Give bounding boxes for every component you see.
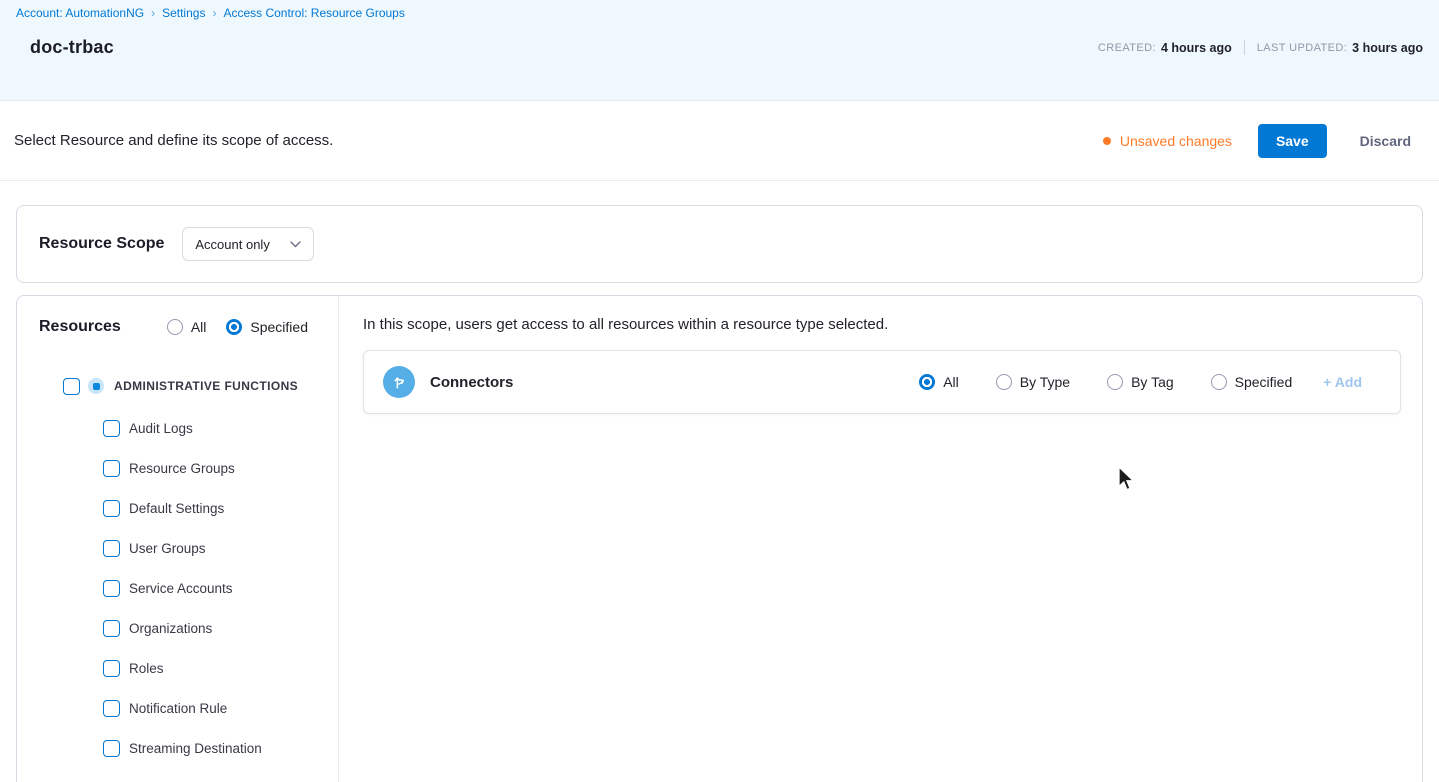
list-item[interactable]: Organizations <box>17 608 338 648</box>
resources-title: Resources <box>39 318 121 335</box>
last-updated-value: 3 hours ago <box>1352 40 1423 55</box>
resource-scope-card: Resource Scope Account only <box>16 205 1423 283</box>
save-button[interactable]: Save <box>1257 123 1327 158</box>
toolbar: Select Resource and define its scope of … <box>0 101 1439 181</box>
connectors-radio-by-type[interactable]: By Type <box>995 374 1071 390</box>
radio-selected-icon[interactable] <box>919 374 936 390</box>
list-item-label: User Groups <box>129 540 206 556</box>
breadcrumb-resource-groups-link[interactable]: Access Control: Resource Groups <box>223 6 404 20</box>
discard-button[interactable]: Discard <box>1360 133 1411 149</box>
resource-scope-title: Resource Scope <box>39 235 165 252</box>
connectors-radio-specified[interactable]: Specified <box>1210 374 1293 390</box>
tree-items: Audit Logs Resource Groups Default Setti… <box>17 408 338 768</box>
breadcrumb-settings-link[interactable]: Settings <box>162 6 205 20</box>
chevron-down-icon <box>274 240 302 248</box>
breadcrumb-separator: › <box>151 6 156 20</box>
checkbox[interactable] <box>103 739 120 757</box>
list-item-label: Resource Groups <box>129 460 235 476</box>
checkbox[interactable] <box>103 419 120 437</box>
list-item[interactable]: Default Settings <box>17 488 338 528</box>
connectors-radio-all[interactable]: All <box>919 374 959 390</box>
checkbox[interactable] <box>103 699 120 717</box>
resources-radio-all[interactable]: All <box>166 319 207 335</box>
list-item-label: Roles <box>129 660 164 676</box>
checkbox[interactable] <box>103 659 120 677</box>
radio-icon[interactable] <box>1210 374 1227 390</box>
radio-label: Specified <box>1234 374 1293 390</box>
checkbox[interactable] <box>103 619 120 637</box>
resource-scope-dropdown-value: Account only <box>195 236 270 252</box>
radio-selected-icon[interactable] <box>226 319 243 335</box>
connectors-label: Connectors <box>430 373 514 391</box>
unsaved-changes-dot-icon <box>1102 136 1111 145</box>
radio-label: By Tag <box>1131 374 1174 390</box>
radio-icon[interactable] <box>995 374 1012 390</box>
collapse-toggle-icon[interactable] <box>88 378 104 394</box>
tree-group-administrative-functions[interactable]: ADMINISTRATIVE FUNCTIONS <box>17 374 338 398</box>
checkbox[interactable] <box>103 459 120 477</box>
checkbox[interactable] <box>103 539 120 557</box>
last-updated-label: LAST UPDATED: <box>1256 41 1348 54</box>
toolbar-actions: Unsaved changes Save Discard <box>1102 123 1411 158</box>
created-value: 4 hours ago <box>1160 40 1232 55</box>
radio-label: All <box>943 374 959 390</box>
tree-group-label: ADMINISTRATIVE FUNCTIONS <box>114 379 299 393</box>
content-area: Resource Scope Account only Resources Al… <box>0 205 1439 782</box>
list-item[interactable]: Audit Logs <box>17 408 338 448</box>
radio-label: All <box>190 319 207 335</box>
list-item[interactable]: Service Accounts <box>17 568 338 608</box>
resources-radio-specified[interactable]: Specified <box>226 319 308 335</box>
meta-info: CREATED: 4 hours ago LAST UPDATED: 3 hou… <box>1098 40 1423 55</box>
radio-label: Specified <box>250 319 308 335</box>
checkbox[interactable] <box>103 499 120 517</box>
radio-label: By Type <box>1019 374 1071 390</box>
list-item[interactable]: Notification Rule <box>17 688 338 728</box>
checkbox[interactable] <box>63 377 80 395</box>
radio-icon[interactable] <box>166 319 183 335</box>
list-item-label: Organizations <box>129 620 213 636</box>
toolbar-description: Select Resource and define its scope of … <box>14 132 334 149</box>
list-item-label: Default Settings <box>129 500 225 516</box>
created-label: CREATED: <box>1097 41 1156 54</box>
unsaved-changes-label: Unsaved changes <box>1119 132 1232 149</box>
page-title: doc-trbac <box>30 37 114 57</box>
list-item-label: Audit Logs <box>129 420 193 436</box>
list-item[interactable]: Streaming Destination <box>17 728 338 768</box>
meta-divider <box>1243 40 1245 55</box>
resources-tree: ADMINISTRATIVE FUNCTIONS Audit Logs Reso… <box>17 374 338 768</box>
resource-scope-dropdown[interactable]: Account only <box>182 227 315 261</box>
connectors-row: Connectors All By Type By Tag Specified … <box>363 350 1401 414</box>
breadcrumb-separator: › <box>212 6 217 20</box>
list-item-label: Service Accounts <box>129 580 233 596</box>
connectors-icon <box>383 366 415 398</box>
page-header: Account: AutomationNG › Settings › Acces… <box>0 0 1439 101</box>
resources-main-panel: In this scope, users get access to all r… <box>339 296 1422 782</box>
list-item[interactable]: Resource Groups <box>17 448 338 488</box>
checkbox[interactable] <box>103 579 120 597</box>
connectors-radio-by-tag[interactable]: By Tag <box>1107 374 1174 390</box>
list-item-label: Notification Rule <box>129 700 228 716</box>
page: Account: AutomationNG › Settings › Acces… <box>0 0 1439 782</box>
list-item[interactable]: User Groups <box>17 528 338 568</box>
title-row: doc-trbac CREATED: 4 hours ago LAST UPDA… <box>16 37 1423 58</box>
connectors-scope-options: All By Type By Tag Specified + Add <box>919 374 1362 390</box>
radio-icon[interactable] <box>1107 374 1124 390</box>
resources-sidebar: Resources All Specified ADMINISTRATIVE F… <box>17 296 339 782</box>
breadcrumb-account-link[interactable]: Account: AutomationNG <box>16 6 144 20</box>
breadcrumb: Account: AutomationNG › Settings › Acces… <box>16 6 1423 20</box>
add-button[interactable]: + Add <box>1323 374 1362 390</box>
scope-note: In this scope, users get access to all r… <box>363 316 889 333</box>
list-item-label: Streaming Destination <box>129 740 262 756</box>
resources-card: Resources All Specified ADMINISTRATIVE F… <box>16 295 1423 782</box>
list-item[interactable]: Roles <box>17 648 338 688</box>
resources-header: Resources All Specified <box>17 318 338 336</box>
